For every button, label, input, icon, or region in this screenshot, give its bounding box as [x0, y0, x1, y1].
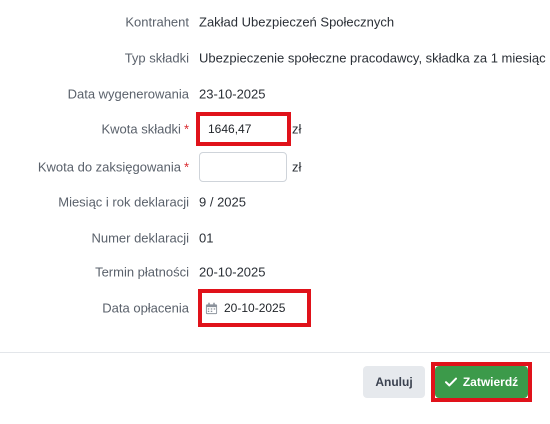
generated-date-value: 23-10-2025	[199, 86, 266, 102]
required-mark: *	[183, 159, 189, 175]
row-payment-deadline: Termin płatności 20-10-2025	[0, 254, 550, 290]
highlight-box-amount	[196, 112, 291, 146]
row-declaration-number: Numer deklaracji 01	[0, 220, 550, 256]
highlight-box-date	[198, 289, 311, 327]
declaration-month-year-label: Miesiąc i rok deklaracji	[58, 194, 189, 210]
generated-date-label: Data wygenerowania	[67, 86, 189, 102]
declaration-number-label: Numer deklaracji	[91, 230, 189, 246]
amount-to-post-label-text: Kwota do zaksięgowania	[37, 159, 181, 175]
amount-to-post-label: Kwota do zaksięgowania *	[38, 160, 189, 175]
payment-date-label: Data opłacenia	[102, 300, 189, 316]
row-contribution-type: Typ składki Ubezpieczenie społeczne prac…	[0, 40, 550, 76]
payment-deadline-value: 20-10-2025	[199, 264, 266, 280]
contribution-type-value: Ubezpieczenie społeczne pracodawcy, skła…	[199, 50, 546, 66]
footer-divider	[0, 352, 550, 353]
highlight-box-confirm	[431, 362, 532, 402]
row-declaration-month-year: Miesiąc i rok deklaracji 9 / 2025	[0, 184, 550, 220]
required-mark: *	[183, 121, 189, 137]
cancel-button[interactable]: Anuluj	[363, 366, 425, 398]
contribution-amount-label-text: Kwota składki	[101, 121, 181, 137]
declaration-number-value: 01	[199, 230, 214, 246]
amount-to-post-input[interactable]	[199, 152, 287, 182]
payment-deadline-label: Termin płatności	[95, 264, 189, 280]
contribution-type-label: Typ składki	[124, 50, 189, 66]
declaration-month-year-value: 9 / 2025	[199, 194, 246, 210]
row-amount-to-post: Kwota do zaksięgowania * zł	[0, 149, 550, 185]
contribution-amount-unit: zł	[292, 121, 302, 137]
contractor-label: Kontrahent	[125, 14, 189, 30]
row-contractor: Kontrahent Zakład Ubezpieczeń Społecznyc…	[0, 4, 550, 40]
contribution-form: Kontrahent Zakład Ubezpieczeń Społecznyc…	[0, 0, 550, 424]
contribution-amount-label: Kwota składki *	[101, 122, 189, 137]
contractor-value: Zakład Ubezpieczeń Społecznych	[199, 14, 395, 30]
row-generated-date: Data wygenerowania 23-10-2025	[0, 76, 550, 112]
amount-to-post-unit: zł	[292, 159, 302, 175]
